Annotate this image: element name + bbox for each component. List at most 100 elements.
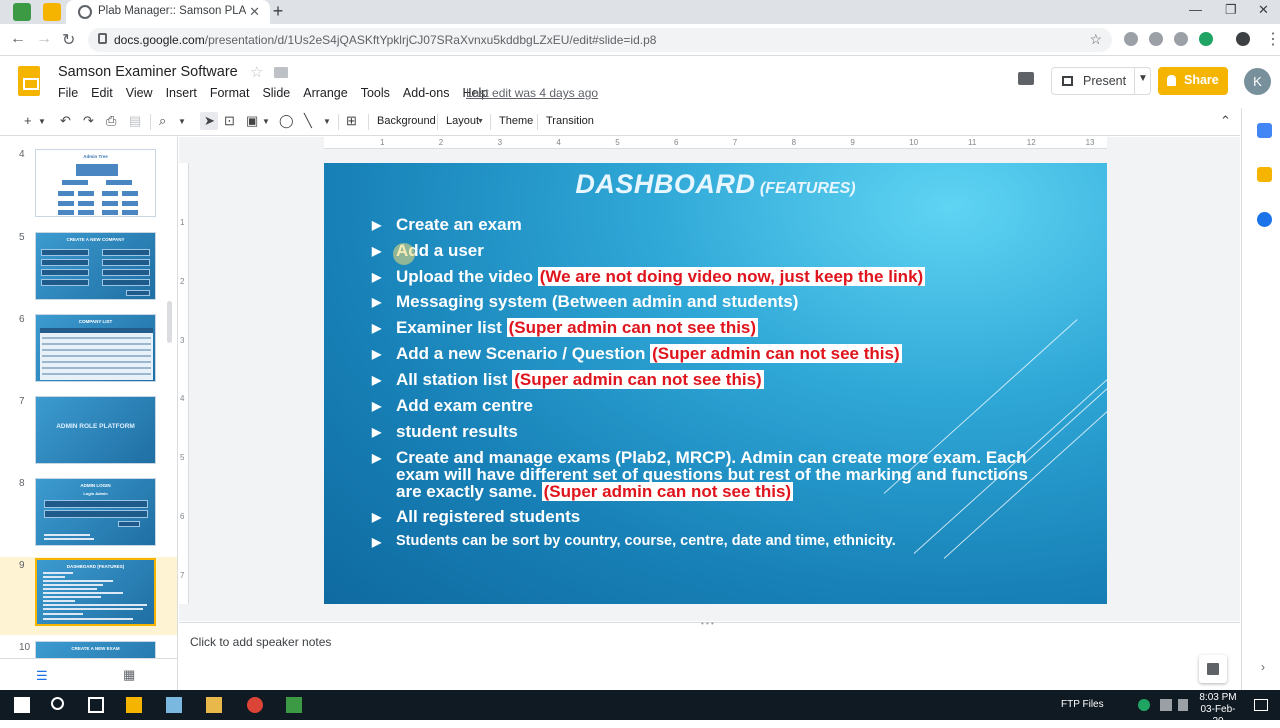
menu-file[interactable]: File <box>58 86 78 102</box>
active-browser-tab[interactable]: Plab Manager:: Samson PLAB Ex ✕ <box>66 0 270 24</box>
slide-thumbnail-10[interactable]: CREATE A NEW EXAM <box>35 641 156 658</box>
zoom-dropdown-icon[interactable]: ▼ <box>178 117 186 126</box>
thumb-text-line <box>43 576 65 578</box>
spreadsheet-app-icon[interactable] <box>286 697 302 713</box>
layout-dropdown-icon[interactable]: ▼ <box>477 118 484 125</box>
tab-close-icon[interactable]: ✕ <box>249 4 260 20</box>
slide-number: 5 <box>19 232 25 243</box>
collapse-toolbar-icon[interactable]: ⌃ <box>1220 113 1231 129</box>
filmstrip-view-icon[interactable]: ☰ <box>36 668 48 684</box>
image-dropdown-icon[interactable]: ▼ <box>262 117 270 126</box>
paint-format-icon[interactable]: ▤ <box>129 113 141 129</box>
calendar-icon[interactable] <box>1257 123 1272 138</box>
share-button[interactable]: Share <box>1158 67 1228 95</box>
explore-button[interactable] <box>1199 655 1227 683</box>
back-icon[interactable]: ← <box>10 30 26 48</box>
toolbar-divider <box>490 114 491 130</box>
keep-icon[interactable] <box>1257 167 1272 182</box>
menu-edit[interactable]: Edit <box>91 86 113 102</box>
bookmark-star-icon[interactable]: ☆ <box>1089 31 1102 48</box>
slide-thumbnail-5[interactable]: CREATE A NEW COMPANY <box>35 232 156 300</box>
theme-button[interactable]: Theme <box>499 115 533 127</box>
slide-9[interactable]: DASHBOARD (FEATURES) ▶ Create an exam ▶ Add… <box>324 163 1107 604</box>
layout-button[interactable]: Layout <box>446 115 479 127</box>
star-icon[interactable]: ☆ <box>250 63 263 81</box>
text-box-icon[interactable]: ⊡ <box>224 113 235 129</box>
document-title[interactable]: Samson Examiner Software <box>58 64 238 80</box>
grid-view-icon[interactable]: ▦ <box>123 667 135 683</box>
line-icon[interactable]: ╲ <box>304 113 312 129</box>
taskbar-clock[interactable]: 8:03 PM 03-Feb-20 <box>1196 692 1240 728</box>
url-text[interactable]: docs.google.com/presentation/d/1Us2eS4jQ… <box>114 33 656 47</box>
present-dropdown-icon[interactable]: ▼ <box>1138 73 1148 84</box>
add-comment-icon[interactable]: ⊞ <box>346 113 357 129</box>
slide-thumbnail-8[interactable]: ADMIN LOGIN Login Admin <box>35 478 156 546</box>
network-icon[interactable] <box>1160 699 1172 711</box>
last-edit-link[interactable]: Last edit was 4 days ago <box>466 86 598 100</box>
slide-thumbnail-9[interactable]: DASHBOARD (FEATURES) <box>35 558 156 626</box>
menu-slide[interactable]: Slide <box>262 86 290 102</box>
profile-icon[interactable] <box>1236 32 1250 46</box>
notifications-icon[interactable] <box>1254 699 1268 711</box>
minimize-icon[interactable]: — <box>1189 2 1202 17</box>
menu-addons[interactable]: Add-ons <box>403 86 450 102</box>
side-panel-expand-icon[interactable]: › <box>1261 660 1265 674</box>
background-button[interactable]: Background <box>377 115 436 127</box>
filmstrip-scrollbar[interactable] <box>167 301 172 343</box>
grammarly-icon[interactable] <box>1199 32 1213 46</box>
search-icon[interactable] <box>51 697 64 710</box>
menu-view[interactable]: View <box>126 86 153 102</box>
slide-title[interactable]: DASHBOARD (FEATURES) <box>324 169 1107 200</box>
chrome-menu-icon[interactable]: ⋮ <box>1265 29 1280 49</box>
speaker-notes-panel[interactable]: • • • Click to add speaker notes <box>179 619 1240 690</box>
taskbar-app-icon[interactable] <box>166 697 182 713</box>
undo-icon[interactable]: ↶ <box>60 113 71 129</box>
extension-globe-icon[interactable] <box>1149 32 1163 46</box>
security-tray-icon[interactable] <box>1138 699 1150 711</box>
notes-resize-handle[interactable]: • • • <box>701 619 714 628</box>
new-slide-dropdown-icon[interactable]: ▼ <box>38 117 46 126</box>
file-explorer-icon[interactable] <box>206 697 222 713</box>
slides-tab-icon[interactable] <box>43 3 61 21</box>
image-icon[interactable]: ▣ <box>246 113 258 129</box>
speaker-notes-placeholder[interactable]: Click to add speaker notes <box>190 635 331 649</box>
task-view-icon[interactable] <box>88 697 104 713</box>
maximize-icon[interactable]: ❐ <box>1225 2 1237 18</box>
redo-icon[interactable]: ↷ <box>83 113 94 129</box>
transition-button[interactable]: Transition <box>546 115 594 127</box>
menu-arrange[interactable]: Arrange <box>303 86 347 102</box>
ruler-tick: 11 <box>968 138 977 147</box>
menu-tools[interactable]: Tools <box>361 86 390 102</box>
slide-thumbnail-6[interactable]: COMPANY LIST <box>35 314 156 382</box>
thumb-field <box>41 249 89 256</box>
slide-thumbnail-4[interactable]: Admin Tree <box>35 149 156 217</box>
omnibox[interactable]: docs.google.com/presentation/d/1Us2eS4jQ… <box>88 28 1112 52</box>
comment-history-icon[interactable] <box>1018 72 1034 85</box>
chrome-icon[interactable] <box>247 697 263 713</box>
folder-icon[interactable] <box>274 67 288 78</box>
present-button[interactable]: Present ▼ <box>1051 67 1151 95</box>
print-icon[interactable]: ⎙ <box>106 113 116 129</box>
new-tab-button[interactable]: + <box>270 1 286 22</box>
close-window-icon[interactable]: ✕ <box>1258 2 1269 18</box>
new-slide-icon[interactable]: + <box>24 113 32 128</box>
tasks-icon[interactable] <box>1257 212 1272 227</box>
reload-icon[interactable]: ↻ <box>62 30 75 50</box>
account-avatar[interactable]: K <box>1244 68 1271 95</box>
extension-recycle-icon[interactable] <box>1174 32 1188 46</box>
slides-logo-icon[interactable] <box>18 66 40 96</box>
menu-format[interactable]: Format <box>210 86 250 102</box>
menu-insert[interactable]: Insert <box>166 86 197 102</box>
slide-thumbnail-7[interactable]: ADMIN ROLE PLATFORM <box>35 396 156 464</box>
windows-start-icon[interactable] <box>14 697 30 713</box>
ftp-files-label[interactable]: FTP Files <box>1061 699 1104 710</box>
line-dropdown-icon[interactable]: ▼ <box>323 117 331 126</box>
volume-icon[interactable] <box>1178 699 1188 711</box>
extension-icon[interactable] <box>1124 32 1138 46</box>
zoom-icon[interactable]: ⌕ <box>159 113 166 129</box>
sticky-app-icon[interactable] <box>126 697 142 713</box>
thumb-node <box>78 201 94 206</box>
fc-app-icon[interactable] <box>13 3 31 21</box>
forward-icon[interactable]: → <box>36 30 52 48</box>
shape-icon[interactable]: ◯ <box>279 113 294 129</box>
